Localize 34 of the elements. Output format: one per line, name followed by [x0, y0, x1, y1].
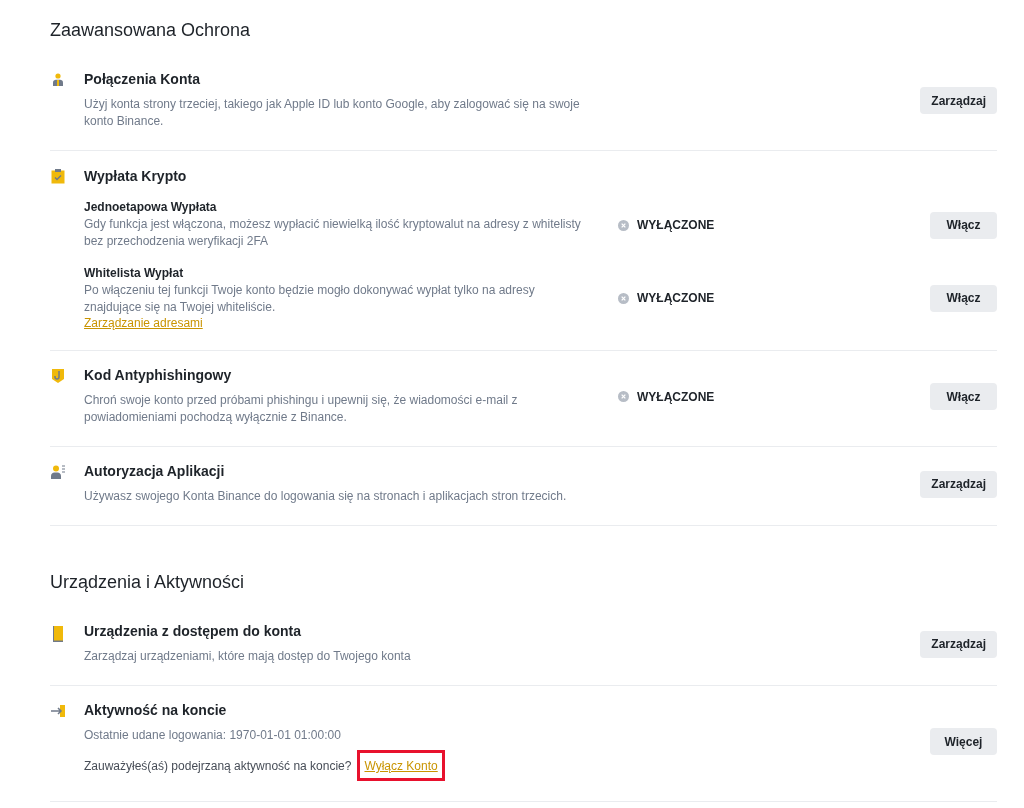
- clipboard-check-icon: [50, 168, 66, 184]
- item-description: Chroń swoje konto przed próbami phishingu i upewnij się, że wiadomości e-mail z powiadomieniami pochodzą wyłącznie z Binance.: [84, 392, 519, 426]
- section-title: Urządzenia i Aktywności: [50, 571, 246, 593]
- action-button[interactable]: Włącz: [930, 211, 997, 239]
- action-button[interactable]: Więcej: [930, 728, 997, 755]
- item-title: Kod Antyphishingowy: [84, 367, 232, 383]
- item-description: Użyj konta strony trzeciej, takiego jak Apple ID lub konto Google, aby zalogować się na swoje konto Binance.: [84, 96, 581, 130]
- status-text: WYŁĄCZONE: [637, 218, 715, 232]
- action-button[interactable]: Zarządzaj: [920, 470, 997, 498]
- action-button[interactable]: Włącz: [930, 383, 997, 410]
- phone-icon: [50, 624, 66, 644]
- subitem-title: Whitelista Wypłat: [84, 266, 184, 280]
- item-description: Używasz swojego Konta Binance do logowania się na stronach i aplikacjach stron trzecich.: [84, 488, 567, 505]
- section-title: Zaawansowana Ochrona: [50, 19, 252, 41]
- subitem-description: Gdy funkcja jest włączona, możesz wypłacić niewielką ilość kryptowalut na adresy z whitelisty bez przechodzenia weryfikacji 2FA: [84, 216, 582, 250]
- suspicious-activity-text: Zauważyłeś(aś) podejrzaną aktywność na koncie?: [84, 758, 352, 775]
- status-text: WYŁĄCZONE: [637, 389, 715, 404]
- last-login-text: Ostatnie udane logowania: 1970-01-01 01:00:00: [84, 727, 341, 744]
- item-title: Połączenia Konta: [84, 71, 200, 87]
- login-arrow-icon: [50, 703, 66, 719]
- status-text: WYŁĄCZONE: [637, 291, 715, 305]
- action-button[interactable]: Zarządzaj: [920, 630, 997, 658]
- subitem-description: Po włączeniu tej funkcji Twoje konto będzie mogło dokonywać wypłat tylko na adresy znajdujące się na Twojej whiteliście.: [84, 282, 536, 316]
- item-title: Autoryzacja Aplikacji: [84, 463, 225, 479]
- user-list-icon: [50, 464, 66, 480]
- action-button[interactable]: Zarządzaj: [920, 87, 997, 114]
- users-icon: [50, 72, 66, 88]
- action-button[interactable]: Włącz: [930, 284, 997, 312]
- item-title: Aktywność na koncie: [84, 702, 227, 718]
- item-description: Zarządzaj urządzeniami, które mają dostęp do Twojego konta: [84, 648, 411, 665]
- item-title: Urządzenia z dostępem do konta: [84, 623, 302, 639]
- hook-shield-icon: [50, 368, 66, 384]
- item-title: Wypłata Krypto: [84, 167, 188, 184]
- subitem-title: Jednoetapowa Wypłata: [84, 200, 217, 214]
